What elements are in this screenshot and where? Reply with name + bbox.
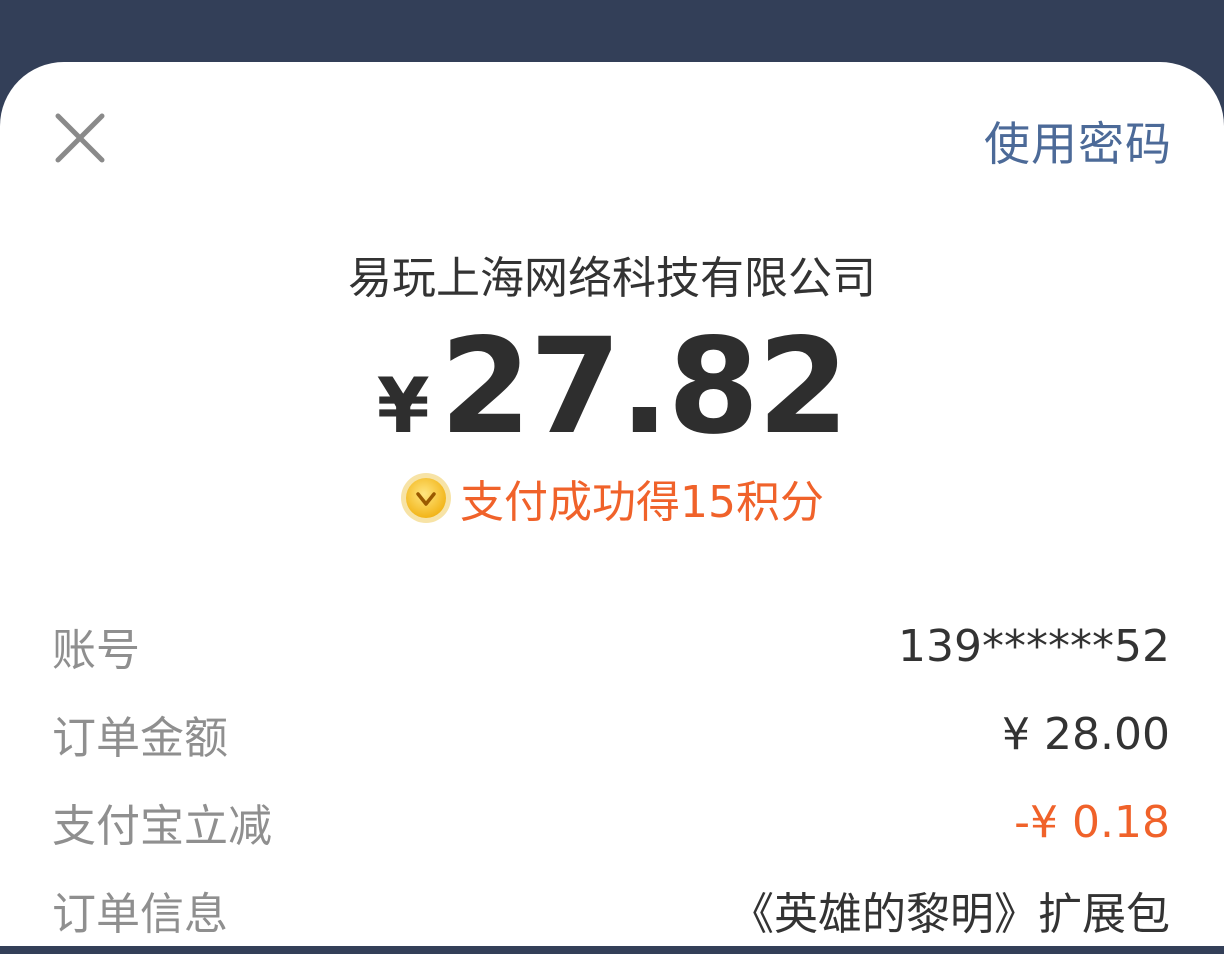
reward-banner: 支付成功得15积分: [0, 466, 1224, 530]
detail-value: -¥ 0.18: [1014, 796, 1170, 848]
detail-value: ¥ 28.00: [1002, 708, 1170, 760]
detail-row-discount: 支付宝立减 -¥ 0.18: [52, 778, 1170, 866]
detail-label: 账号: [52, 625, 140, 676]
order-details: 账号 139******52 订单金额 ¥ 28.00 支付宝立减 -¥ 0.1…: [52, 602, 1170, 954]
amount-value: 27.82: [439, 310, 850, 464]
merchant-name: 易玩上海网络科技有限公司: [348, 253, 876, 304]
vip-coin-icon: [401, 473, 451, 523]
currency-symbol: ¥: [376, 361, 430, 450]
detail-value: 139******52: [898, 620, 1170, 672]
payment-amount: ¥ 27.82: [0, 310, 1224, 464]
detail-row-order-amount: 订单金额 ¥ 28.00: [52, 690, 1170, 778]
detail-label: 支付宝立减: [52, 801, 272, 852]
use-password-link[interactable]: 使用密码: [984, 108, 1172, 174]
detail-row-order-info: 订单信息 《英雄的黎明》扩展包: [52, 866, 1170, 954]
detail-label: 订单金额: [52, 713, 228, 764]
close-button[interactable]: [46, 104, 114, 172]
detail-row-account: 账号 139******52: [52, 602, 1170, 690]
reward-text: 支付成功得15积分: [460, 477, 824, 528]
detail-label: 订单信息: [52, 889, 228, 940]
close-icon: [55, 113, 105, 163]
detail-value: 《英雄的黎明》扩展包: [730, 889, 1170, 940]
payment-sheet: 使用密码 易玩上海网络科技有限公司 ¥ 27.82 支付成功得15积分 账号 1…: [0, 62, 1224, 946]
